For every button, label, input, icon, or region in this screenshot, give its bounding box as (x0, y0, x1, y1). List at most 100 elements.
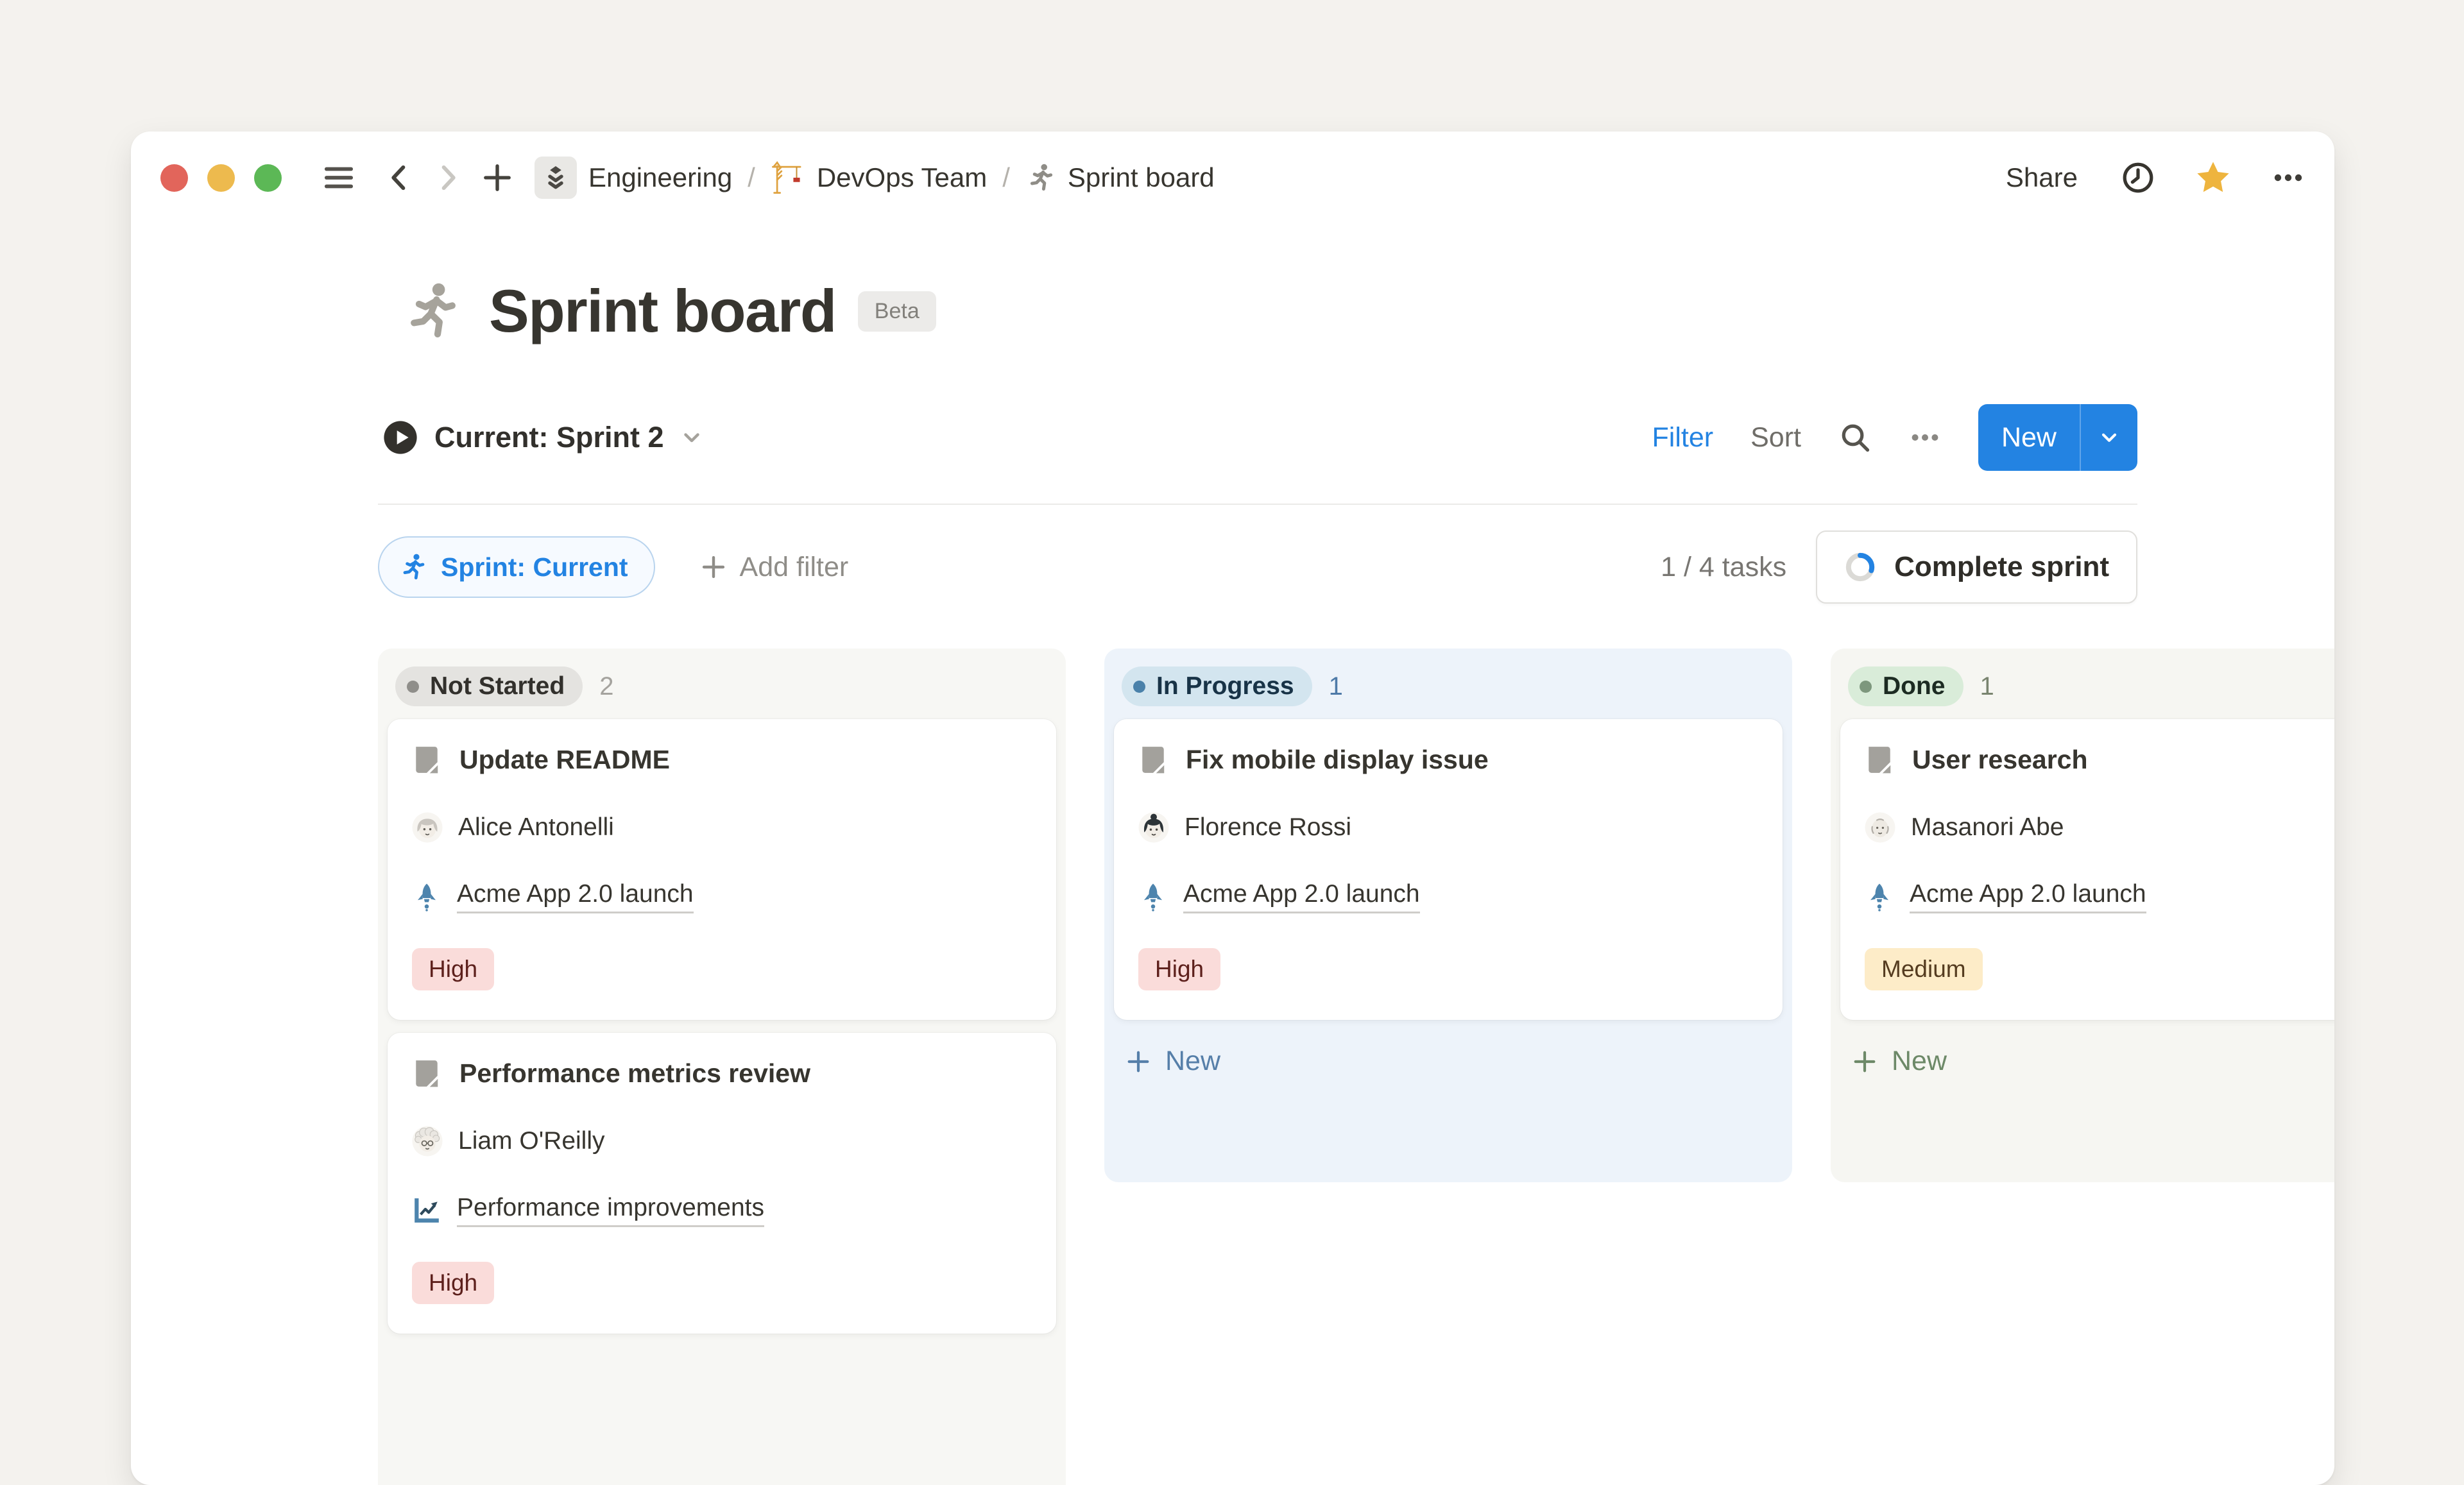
progress-ring-icon (1844, 551, 1876, 583)
card-assignee-row: Alice Antonelli (412, 812, 1032, 843)
breadcrumb-item-devops-team[interactable]: DevOps Team (771, 160, 987, 195)
breadcrumb-item-engineering[interactable]: Engineering (535, 157, 732, 199)
plus-icon (699, 552, 728, 582)
priority-tag: Medium (1865, 948, 1983, 990)
view-controls: Current: Sprint 2 Filter Sort New (378, 403, 2137, 471)
more-view-options-icon[interactable] (1909, 421, 1941, 454)
share-button[interactable]: Share (2002, 162, 2082, 194)
page-icon (412, 745, 441, 775)
status-pill-in-progress[interactable]: In Progress (1122, 666, 1312, 706)
task-card[interactable]: User research Masanori Abe Acme App 2.0 … (1840, 719, 2334, 1020)
card-title: Update README (459, 745, 670, 775)
rocket-icon (412, 882, 441, 912)
status-label: Not Started (430, 672, 565, 700)
card-title-row: Fix mobile display issue (1138, 745, 1758, 775)
runner-icon (398, 552, 428, 582)
history-clock-icon[interactable] (2121, 161, 2155, 194)
sprint-filter-label: Sprint: Current (441, 552, 628, 582)
column-count: 2 (599, 672, 613, 701)
card-title-row: Performance metrics review (412, 1058, 1032, 1089)
chart-icon (412, 1196, 441, 1225)
status-dot (1133, 681, 1145, 693)
new-page-button[interactable] (479, 160, 515, 196)
sprint-filter-pill[interactable]: Sprint: Current (378, 536, 655, 598)
card-title: User research (1912, 745, 2088, 775)
view-selector[interactable]: Current: Sprint 2 (378, 418, 708, 457)
breadcrumb-item-sprint-board[interactable]: Sprint board (1025, 162, 1215, 193)
priority-tag: High (1138, 948, 1220, 990)
project-link[interactable]: Performance improvements (457, 1194, 764, 1227)
more-options-icon[interactable] (2272, 161, 2305, 194)
card-title-row: User research (1865, 745, 2334, 775)
card-priority-row: Medium (1865, 948, 2334, 990)
topbar-actions: Share (2002, 159, 2305, 196)
add-card-button[interactable]: New (1122, 1039, 1223, 1083)
avatar (1865, 812, 1895, 843)
column-header: Not Started 2 (395, 666, 1048, 706)
page-icon (412, 1059, 441, 1089)
status-label: In Progress (1156, 672, 1294, 700)
card-project-row: Acme App 2.0 launch (1138, 880, 1758, 913)
status-pill-not-started[interactable]: Not Started (395, 666, 583, 706)
runner-icon (400, 280, 463, 343)
zoom-window-button[interactable] (254, 164, 282, 192)
new-task-dropdown[interactable] (2081, 404, 2137, 471)
minimize-window-button[interactable] (207, 164, 235, 192)
new-task-button[interactable]: New (1978, 404, 2137, 471)
breadcrumb-label: Engineering (588, 162, 732, 193)
view-selector-label: Current: Sprint 2 (434, 421, 664, 454)
page-icon (1138, 745, 1168, 775)
card-priority-row: High (412, 948, 1032, 990)
back-button[interactable] (383, 161, 416, 194)
section-divider (378, 504, 2137, 505)
priority-tag: High (412, 1262, 494, 1304)
complete-sprint-button[interactable]: Complete sprint (1816, 530, 2137, 604)
assignee-name: Masanori Abe (1911, 813, 2064, 842)
chevron-down-icon (680, 425, 704, 450)
board-column-in-progress: In Progress 1 Fix mobile display issue F… (1104, 649, 1792, 1182)
play-icon (382, 419, 419, 456)
card-project-row: Acme App 2.0 launch (1865, 880, 2334, 913)
add-filter-label: Add filter (740, 552, 849, 583)
rocket-icon (1865, 882, 1894, 912)
sidebar-menu-button[interactable] (321, 160, 356, 195)
traffic-lights (160, 164, 282, 192)
filter-button[interactable]: Filter (1652, 422, 1714, 454)
forward-button[interactable] (431, 161, 464, 194)
close-window-button[interactable] (160, 164, 188, 192)
search-icon[interactable] (1838, 421, 1872, 454)
favorite-star-icon[interactable] (2194, 159, 2232, 196)
status-dot (1860, 681, 1872, 693)
card-assignee-row: Masanori Abe (1865, 812, 2334, 843)
plus-icon (1851, 1048, 1879, 1076)
column-header: In Progress 1 (1122, 666, 1775, 706)
sort-button[interactable]: Sort (1750, 422, 1801, 454)
task-card[interactable]: Performance metrics review Liam O'Reilly… (388, 1033, 1056, 1334)
card-title: Performance metrics review (459, 1058, 810, 1089)
board-column-done: Done 1 User research Masanori Abe Acme A… (1831, 649, 2334, 1182)
column-count: 1 (1980, 672, 1994, 701)
project-link[interactable]: Acme App 2.0 launch (1183, 880, 1420, 913)
filter-bar-right: 1 / 4 tasks Complete sprint (1661, 530, 2137, 604)
add-card-button[interactable]: New (1848, 1039, 1949, 1083)
assignee-name: Liam O'Reilly (458, 1127, 605, 1155)
project-link[interactable]: Acme App 2.0 launch (457, 880, 694, 913)
page-title: Sprint board (489, 276, 836, 346)
runner-icon (1025, 162, 1056, 193)
task-card[interactable]: Update README Alice Antonelli Acme App 2… (388, 719, 1056, 1020)
app-window: Engineering / DevOps Team / Sprint board… (131, 132, 2334, 1485)
crane-icon (771, 160, 805, 195)
add-filter-button[interactable]: Add filter (695, 551, 853, 584)
card-title: Fix mobile display issue (1186, 745, 1489, 775)
task-card[interactable]: Fix mobile display issue Florence Rossi … (1114, 719, 1783, 1020)
breadcrumb-label: DevOps Team (817, 162, 987, 193)
card-assignee-row: Florence Rossi (1138, 812, 1758, 843)
breadcrumb-label: Sprint board (1068, 162, 1215, 193)
project-link[interactable]: Acme App 2.0 launch (1910, 880, 2146, 913)
status-pill-done[interactable]: Done (1848, 666, 1964, 706)
beta-badge: Beta (858, 291, 936, 332)
view-actions: Filter Sort New (1652, 404, 2137, 471)
breadcrumb: Engineering / DevOps Team / Sprint board (535, 157, 1215, 199)
new-task-label: New (1978, 404, 2080, 471)
card-title-row: Update README (412, 745, 1032, 775)
